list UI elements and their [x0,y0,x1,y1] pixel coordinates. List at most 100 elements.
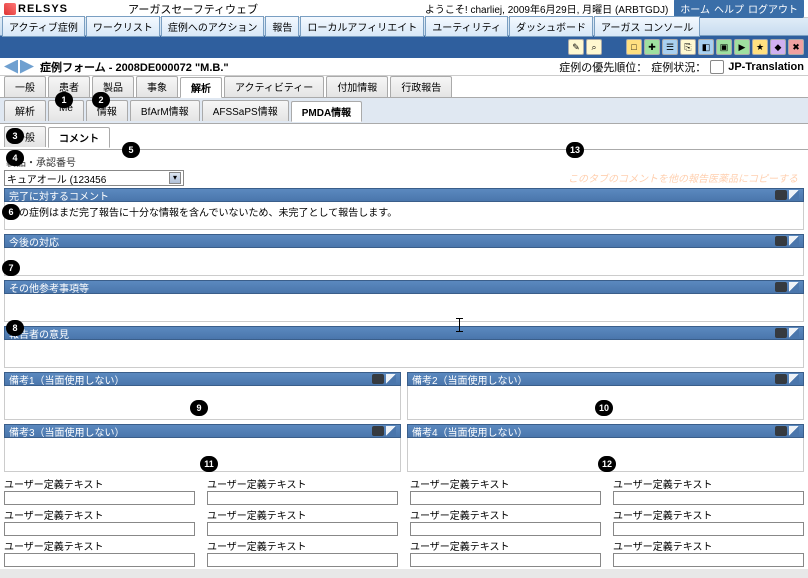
section-other-header: その他参考事項等 [4,280,804,294]
binoculars-icon[interactable] [775,328,787,338]
main-menubar: アクティブ症例 ワークリスト 症例へのアクション 報告 ローカルアフィリエイト … [0,18,808,36]
udt-input-6[interactable] [207,522,398,536]
app-logo: RELSYS [4,3,68,15]
tab-patient[interactable]: 患者 [48,76,90,97]
tool-9[interactable]: ▶ [734,39,750,55]
tab-activity[interactable]: アクティビティー [224,76,324,97]
section-biko4-body[interactable] [407,438,804,472]
udt-input-9[interactable] [4,553,195,567]
corner-fold-icon [789,236,799,246]
corner-fold-icon [789,426,799,436]
tab3-comment[interactable]: コメント [48,127,110,148]
tool-10[interactable]: ★ [752,39,768,55]
tool-8[interactable]: ▣ [716,39,732,55]
menu-utility[interactable]: ユーティリティ [425,16,508,37]
welcome-text: ようこそ! charliej, 2009年6月29日, 月曜日 (ARBTGDJ… [425,1,668,16]
menu-report[interactable]: 報告 [265,16,299,37]
binoculars-icon[interactable] [372,426,384,436]
tool-7[interactable]: ◧ [698,39,714,55]
udt-label: ユーザー定義テキスト [207,507,398,522]
udt-input-4[interactable] [613,491,804,505]
tab2-info[interactable]: 情報 [86,100,128,121]
udt-input-8[interactable] [613,522,804,536]
udt-label: ユーザー定義テキスト [613,538,804,553]
section-biko3-header: 備考3（当面使用しない） [4,424,401,438]
user-defined-grid: ユーザー定義テキスト ユーザー定義テキスト ユーザー定義テキスト ユーザー定義テ… [4,476,804,567]
udt-input-10[interactable] [207,553,398,567]
tab-admin-report[interactable]: 行政報告 [390,76,452,97]
tool-3[interactable]: □ [626,39,642,55]
section-biko3-body[interactable] [4,438,401,472]
udt-input-12[interactable] [613,553,804,567]
section-biko1-header: 備考1（当面使用しない） [4,372,401,386]
tab2-analysis[interactable]: 解析 [4,100,46,121]
copy-hint[interactable]: このタブのコメントを他の報告医薬品にコピーする [568,170,798,185]
tool-6[interactable]: ⎘ [680,39,696,55]
tab-general[interactable]: 一般 [4,76,46,97]
tool-11[interactable]: ◆ [770,39,786,55]
section-reporter-body[interactable] [4,340,804,368]
udt-input-1[interactable] [4,491,195,505]
tab2-bfarm[interactable]: BfArM情報 [130,100,200,121]
menu-local-affiliate[interactable]: ローカルアフィリエイト [300,16,424,37]
home-link[interactable]: ホーム [680,1,710,16]
nav-prev-icon[interactable] [4,60,18,74]
section-biko2-title: 備考2（当面使用しない） [412,372,528,387]
tool-2[interactable]: ⌕ [586,39,602,55]
tab-additional[interactable]: 付加情報 [326,76,388,97]
tabs-level-1: 一般 患者 製品 事象 解析 アクティビティー 付加情報 行政報告 [0,76,808,98]
binoculars-icon[interactable] [775,190,787,200]
udt-input-5[interactable] [4,522,195,536]
binoculars-icon[interactable] [775,282,787,292]
logo-icon [4,3,16,15]
case-state-label: 症例状況： [651,59,706,75]
udt-input-3[interactable] [410,491,601,505]
dropdown-icon[interactable]: ▾ [169,172,181,184]
section-biko1-body[interactable] [4,386,401,420]
binoculars-icon[interactable] [372,374,384,384]
tab-analysis[interactable]: 解析 [180,77,222,98]
product-number-label: 製品・承認番号 [6,154,804,169]
tab2-afssaps[interactable]: AFSSaPS情報 [202,100,289,121]
binoculars-icon[interactable] [775,426,787,436]
binoculars-icon[interactable] [775,374,787,384]
udt-label: ユーザー定義テキスト [207,538,398,553]
tool-5[interactable]: ☰ [662,39,678,55]
section-other-title: その他参考事項等 [9,280,89,295]
product-title: アーガスセーフティウェブ [128,1,258,17]
udt-input-11[interactable] [410,553,601,567]
menu-worklist[interactable]: ワークリスト [86,16,160,37]
tool-1[interactable]: ✎ [568,39,584,55]
section-biko2-header: 備考2（当面使用しない） [407,372,804,386]
section-other-body[interactable] [4,294,804,322]
section-reporter-header: 報告者の意見 [4,326,804,340]
tab2-pmda[interactable]: PMDA情報 [291,101,362,122]
corner-fold-icon [789,374,799,384]
udt-label: ユーザー定義テキスト [613,476,804,491]
nav-next-icon[interactable] [20,60,34,74]
menu-active-cases[interactable]: アクティブ症例 [2,16,85,37]
tool-4[interactable]: ✚ [644,39,660,55]
product-select[interactable]: キュアオール (123456 ▾ [4,170,184,186]
menu-dashboard[interactable]: ダッシュボード [509,16,593,37]
section-comment-body[interactable]: この症例はまだ完了報告に十分な情報を含んでいないため、未完了として報告します。 [4,202,804,230]
udt-input-2[interactable] [207,491,398,505]
tabs-level-3: 一般 コメント [0,124,808,150]
binoculars-icon[interactable] [775,236,787,246]
section-biko2-body[interactable] [407,386,804,420]
tab3-general[interactable]: 一般 [4,126,46,147]
logout-link[interactable]: ログアウト [748,1,798,16]
logo-text: RELSYS [18,3,68,15]
udt-input-7[interactable] [410,522,601,536]
section-reporter-title: 報告者の意見 [9,326,69,341]
tab-event[interactable]: 事象 [136,76,178,97]
tab2-me[interactable]: Me [48,100,84,121]
section-biko4-title: 備考4（当面使用しない） [412,424,528,439]
section-future-body[interactable] [4,248,804,276]
menu-argus-console[interactable]: アーガス コンソール [594,16,700,37]
tool-12[interactable]: ✖ [788,39,804,55]
menu-case-action[interactable]: 症例へのアクション [161,16,265,37]
form-title: 症例フォーム - 2008DE000072 "M.B." [40,59,229,75]
tab-product[interactable]: 製品 [92,76,134,97]
help-link[interactable]: ヘルプ [714,1,744,16]
